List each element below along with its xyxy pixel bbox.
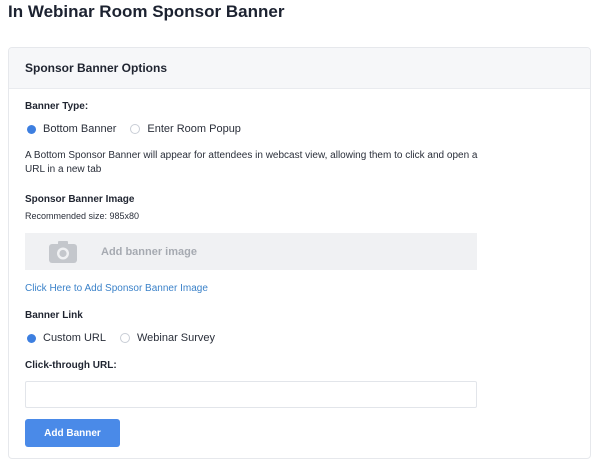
click-through-url-label: Click-through URL: [25, 360, 117, 371]
radio-custom-url[interactable] [27, 333, 36, 343]
banner-type-description: A Bottom Sponsor Banner will appear for … [25, 150, 478, 175]
banner-link-label: Banner Link [25, 310, 83, 321]
upload-placeholder-text: Add banner image [101, 245, 197, 258]
radio-custom-url-label[interactable]: Custom URL [43, 332, 106, 344]
banner-image-upload[interactable]: Add banner image [25, 233, 477, 270]
add-banner-image-link[interactable]: Click Here to Add Sponsor Banner Image [25, 283, 208, 294]
radio-enter-room-popup-label[interactable]: Enter Room Popup [147, 123, 241, 135]
click-through-url-input[interactable] [25, 381, 477, 408]
radio-webinar-survey[interactable] [119, 333, 130, 343]
radio-enter-room-popup[interactable] [130, 124, 141, 134]
radio-bottom-banner[interactable] [27, 124, 36, 134]
panel-header: Sponsor Banner Options [9, 48, 590, 89]
radio-bottom-banner-label[interactable]: Bottom Banner [43, 123, 116, 135]
camera-icon [49, 240, 77, 263]
banner-image-label: Sponsor Banner Image [25, 194, 135, 205]
add-banner-button[interactable]: Add Banner [25, 419, 120, 447]
recommended-size-text: Recommended size: 985x80 [25, 211, 140, 221]
page-title: In Webinar Room Sponsor Banner [8, 2, 285, 21]
sponsor-banner-panel: Sponsor Banner Options Banner Type: Bott… [8, 47, 591, 459]
banner-type-label: Banner Type: [25, 101, 89, 112]
banner-type-radio-group: Bottom Banner Enter Room Popup [27, 123, 241, 135]
banner-link-radio-group: Custom URL Webinar Survey [27, 332, 215, 344]
radio-webinar-survey-label[interactable]: Webinar Survey [137, 332, 215, 344]
